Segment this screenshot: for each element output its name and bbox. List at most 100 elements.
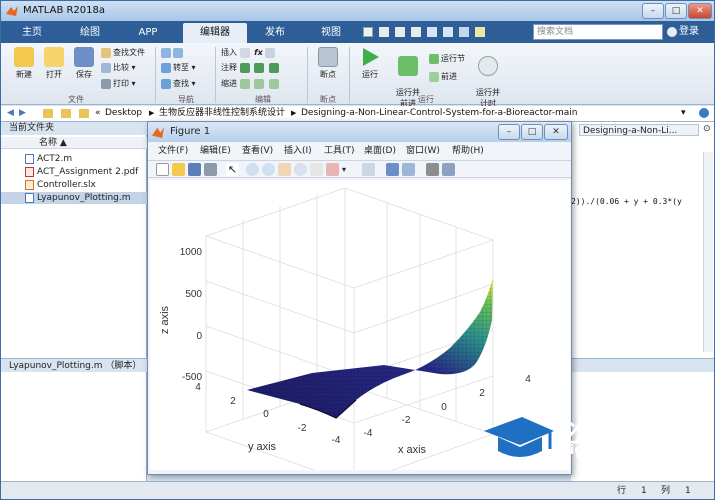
- run-and-time-button[interactable]: 运行并 计时: [471, 47, 505, 109]
- data-cursor-icon[interactable]: [310, 163, 323, 176]
- editor-actions-icon[interactable]: ⊙: [703, 124, 711, 134]
- x-tick: 0: [441, 402, 447, 413]
- cut-icon[interactable]: [379, 27, 389, 37]
- search-folder-icon[interactable]: [699, 108, 709, 118]
- run-icon: [363, 48, 379, 66]
- find-button[interactable]: 查找 ▾: [161, 78, 196, 90]
- open-file-icon[interactable]: [172, 163, 185, 176]
- find-files-button[interactable]: 查找文件: [101, 47, 145, 59]
- new-button[interactable]: 新建: [9, 47, 39, 80]
- file-row[interactable]: ACT_Assignment 2.pdf: [1, 166, 147, 178]
- back-arrow-icon[interactable]: ◀: [7, 106, 14, 121]
- group-separator: [349, 47, 350, 103]
- tab-home[interactable]: 主页: [7, 23, 57, 43]
- colorbar-icon[interactable]: [386, 163, 399, 176]
- file-row[interactable]: ACT2.m: [1, 153, 147, 165]
- redo-icon[interactable]: [443, 27, 453, 37]
- watermark-logo: [482, 413, 556, 463]
- menu-file[interactable]: 文件(F): [158, 143, 188, 159]
- editor-tab[interactable]: Designing-a-Non-Li...: [579, 124, 699, 136]
- save-button[interactable]: 保存: [69, 47, 99, 80]
- smart-indent-icon: [239, 78, 250, 89]
- menu-desktop[interactable]: 桌面(D): [364, 143, 396, 159]
- new-figure-icon[interactable]: [156, 163, 169, 176]
- hide-plot-tools-icon[interactable]: [426, 163, 439, 176]
- file-row[interactable]: Controller.slx: [1, 179, 147, 191]
- undo-icon[interactable]: [427, 27, 437, 37]
- advance-button[interactable]: 前进: [429, 71, 457, 83]
- save-quick-icon[interactable]: [363, 27, 373, 37]
- insert-section-icon: [239, 47, 250, 58]
- current-folder-path-bar: ◀ ▶ « Desktop ▶ 生物反应器非线性控制系统设计 ▶ Designi…: [1, 106, 714, 122]
- cursor-icon[interactable]: ↖: [226, 163, 239, 176]
- help-quick-icon[interactable]: [475, 27, 485, 37]
- legend-icon[interactable]: [402, 163, 415, 176]
- figure-close-button[interactable]: ✕: [544, 124, 568, 140]
- search-documentation-input[interactable]: 搜索文档: [533, 24, 663, 40]
- up-folder-icon[interactable]: [43, 109, 53, 118]
- menu-window[interactable]: 窗口(W): [406, 143, 440, 159]
- tab-plots[interactable]: 绘图: [65, 23, 115, 43]
- path-segment-desktop[interactable]: Desktop: [105, 106, 142, 121]
- name-column-header[interactable]: 名称 ▲: [1, 137, 147, 149]
- editor-code-line[interactable]: 2))./(0.06 + y + 0.3*(y: [571, 197, 682, 206]
- save-figure-icon[interactable]: [188, 163, 201, 176]
- menu-tools[interactable]: 工具(T): [324, 143, 355, 159]
- path-dropdown-icon[interactable]: ▾: [681, 106, 686, 121]
- tab-editor[interactable]: 编辑器: [183, 23, 247, 43]
- forward-arrow-icon[interactable]: ▶: [19, 106, 26, 121]
- col-label: 列: [661, 486, 671, 496]
- back-forward-nav[interactable]: [161, 47, 185, 59]
- comment-button[interactable]: 注释: [221, 62, 281, 74]
- tab-apps[interactable]: APP: [123, 23, 173, 43]
- brush-icon[interactable]: [326, 163, 339, 176]
- compare-button[interactable]: 比较 ▾: [101, 62, 136, 74]
- print-figure-icon[interactable]: [204, 163, 217, 176]
- run-section-button[interactable]: 运行节: [429, 53, 465, 65]
- figure-minimize-button[interactable]: –: [498, 124, 520, 140]
- link-plot-icon[interactable]: [362, 163, 375, 176]
- tab-publish[interactable]: 发布: [251, 23, 299, 43]
- zoom-out-icon[interactable]: [262, 163, 275, 176]
- x-axis-label: x axis: [398, 444, 427, 456]
- group-separator: [215, 47, 216, 103]
- path-segment-repo[interactable]: Designing-a-Non-Linear-Control-System-fo…: [301, 106, 578, 121]
- indent-button[interactable]: 缩进: [221, 78, 281, 90]
- close-button[interactable]: ✕: [688, 3, 712, 19]
- rotate-3d-icon[interactable]: [294, 163, 307, 176]
- menu-view[interactable]: 查看(V): [242, 143, 273, 159]
- breakpoints-button[interactable]: 断点: [313, 47, 343, 80]
- z-tick: 0: [196, 331, 202, 342]
- show-plot-tools-icon[interactable]: [442, 163, 455, 176]
- y-axis-label: y axis: [248, 441, 277, 453]
- editor-scrollbar[interactable]: [703, 152, 713, 352]
- brush-dropdown-icon[interactable]: ▾: [342, 163, 355, 176]
- forward-arrow-icon: [173, 47, 183, 58]
- open-button[interactable]: 打开: [39, 47, 69, 80]
- print-button[interactable]: 打印 ▾: [101, 78, 136, 90]
- browse-folder-icon[interactable]: [61, 109, 71, 118]
- goto-button[interactable]: 转至 ▾: [161, 62, 196, 74]
- insert-dropdown-icon: [265, 47, 276, 58]
- menu-help[interactable]: 帮助(H): [452, 143, 484, 159]
- tab-view[interactable]: 视图: [306, 23, 356, 43]
- copy-icon[interactable]: [395, 27, 405, 37]
- path-separator-icon: ▶: [291, 109, 297, 117]
- current-folder-title: 当前文件夹: [1, 122, 147, 135]
- menu-insert[interactable]: 插入(I): [284, 143, 312, 159]
- path-segment-project[interactable]: 生物反应器非线性控制系统设计: [159, 106, 285, 121]
- login-button[interactable]: 登录: [679, 24, 711, 40]
- pan-icon[interactable]: [278, 163, 291, 176]
- maximize-button[interactable]: □: [665, 3, 687, 19]
- file-row-selected[interactable]: Lyapunov_Plotting.m: [1, 192, 147, 204]
- zoom-in-icon[interactable]: [246, 163, 259, 176]
- run-button[interactable]: 运行: [355, 47, 385, 80]
- insert-button[interactable]: 插入 fx: [221, 47, 277, 59]
- pdf-file-icon: [25, 167, 34, 177]
- notification-icon[interactable]: [667, 27, 677, 37]
- minimize-button[interactable]: –: [642, 3, 664, 19]
- menu-edit[interactable]: 编辑(E): [200, 143, 231, 159]
- switch-windows-icon[interactable]: [459, 27, 469, 37]
- paste-icon[interactable]: [411, 27, 421, 37]
- figure-maximize-button[interactable]: □: [521, 124, 543, 140]
